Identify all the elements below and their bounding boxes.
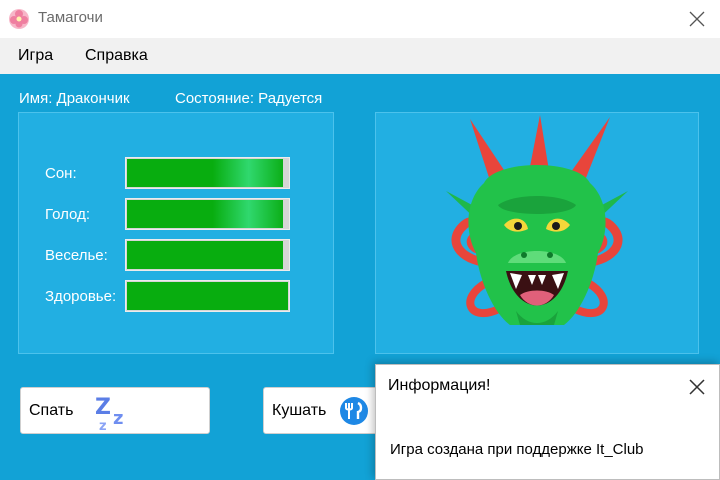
pet-image-panel [375, 112, 699, 354]
svg-text:Z: Z [95, 395, 111, 420]
stat-label-sleep: Сон: [45, 165, 77, 182]
cherry-blossom-icon [9, 9, 29, 29]
fun-progress-fill [127, 241, 284, 269]
info-dialog: Информация! Игра создана при поддержке I… [375, 364, 720, 480]
dialog-title: Информация! [388, 377, 491, 394]
menu-bar: Игра Справка [0, 38, 720, 74]
hunger-progress-bar [125, 198, 290, 230]
sleep-progress-bar [125, 157, 290, 189]
health-progress-bar [125, 280, 290, 312]
menu-help[interactable]: Справка [85, 47, 148, 65]
dialog-message: Игра создана при поддержке It_Club [390, 441, 644, 458]
health-progress-fill [127, 282, 288, 310]
title-bar: Тамагочи [0, 0, 720, 38]
hunger-progress-fill [127, 200, 284, 228]
pet-name-label: Имя: Дракончик [19, 90, 130, 107]
stat-label-hunger: Голод: [45, 206, 90, 223]
svg-text:z: z [113, 408, 123, 429]
dialog-close-button[interactable] [681, 371, 713, 403]
sleep-progress-fill [127, 159, 284, 187]
eat-button[interactable]: Кушать [263, 387, 393, 434]
sleep-button-label: Спать [29, 402, 74, 419]
window-title: Тамагочи [38, 9, 103, 26]
zzz-icon: Z z z [95, 395, 123, 432]
pet-state-label: Состояние: Радуется [175, 90, 323, 107]
stat-label-fun: Веселье: [45, 247, 108, 264]
stats-panel: Сон: Голод: Веселье: Здоровье: [18, 112, 334, 354]
close-icon [689, 11, 705, 27]
eat-button-label: Кушать [272, 402, 327, 419]
dragon-head-icon [446, 115, 628, 325]
fun-progress-bar [125, 239, 290, 271]
stat-label-health: Здоровье: [45, 288, 117, 305]
fork-knife-icon [340, 397, 368, 425]
sleep-button[interactable]: Спать Z z z [20, 387, 210, 434]
menu-game[interactable]: Игра [18, 47, 53, 65]
close-icon [689, 379, 705, 395]
svg-text:z: z [99, 419, 107, 432]
window-close-button[interactable] [680, 2, 714, 36]
